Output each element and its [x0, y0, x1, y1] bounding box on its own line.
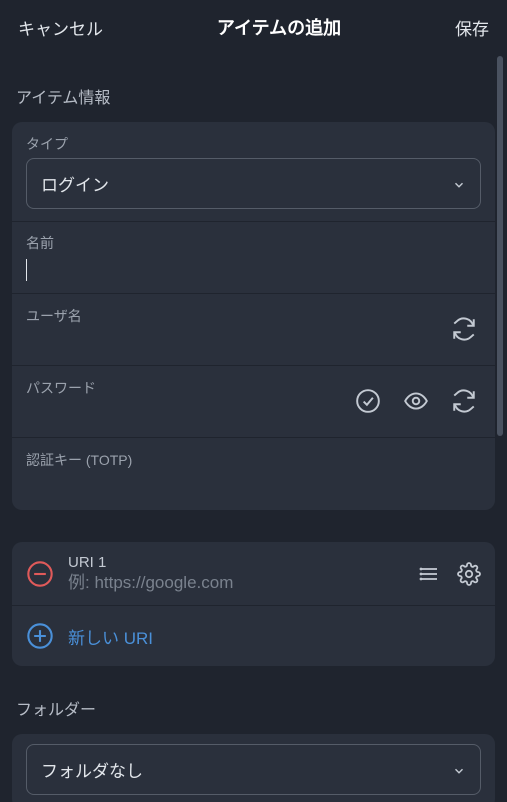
generate-password-icon[interactable]: [451, 388, 477, 414]
password-label: パスワード: [26, 378, 355, 398]
field-username[interactable]: ユーザ名: [12, 294, 495, 366]
field-type: タイプ ログイン: [12, 122, 495, 222]
page-title: アイテムの追加: [217, 14, 341, 40]
uri-input[interactable]: [68, 573, 403, 593]
scrollbar-thumb[interactable]: [497, 56, 503, 436]
content-scroll[interactable]: アイテム情報 タイプ ログイン 名前 ユーザ: [0, 54, 507, 802]
type-label: タイプ: [26, 134, 481, 154]
check-password-icon[interactable]: [355, 388, 381, 414]
folder-label: フォルダー: [12, 670, 495, 734]
chevron-down-icon: [452, 763, 466, 777]
username-input[interactable]: [26, 332, 451, 352]
uri-row: URI 1: [12, 542, 495, 606]
add-uri-button[interactable]: 新しい URI: [12, 606, 495, 666]
folder-value: フォルダなし: [41, 757, 143, 782]
field-totp[interactable]: 認証キー (TOTP): [12, 438, 495, 510]
type-select[interactable]: ログイン: [26, 158, 481, 209]
password-input[interactable]: [26, 404, 355, 424]
add-uri-label: 新しい URI: [68, 624, 153, 649]
toggle-visibility-icon[interactable]: [403, 388, 429, 414]
type-value: ログイン: [41, 171, 109, 196]
section-item-info: アイテム情報: [12, 54, 495, 122]
field-name[interactable]: 名前: [12, 222, 495, 294]
match-detection-icon[interactable]: [417, 562, 441, 586]
plus-circle-icon: [26, 622, 54, 650]
field-password[interactable]: パスワード: [12, 366, 495, 438]
generate-username-icon[interactable]: [451, 316, 477, 342]
totp-input[interactable]: [26, 476, 481, 496]
uri-label: URI 1: [68, 554, 403, 571]
name-label: 名前: [26, 233, 481, 253]
cancel-button[interactable]: キャンセル: [18, 15, 103, 40]
chevron-down-icon: [452, 177, 466, 191]
name-input[interactable]: [27, 260, 481, 280]
remove-uri-icon[interactable]: [26, 560, 54, 588]
totp-label: 認証キー (TOTP): [26, 450, 481, 470]
username-label: ユーザ名: [26, 306, 451, 326]
uri-settings-icon[interactable]: [457, 562, 481, 586]
scrollbar[interactable]: [497, 56, 503, 794]
save-button[interactable]: 保存: [455, 15, 489, 40]
folder-select[interactable]: フォルダなし: [26, 744, 481, 795]
